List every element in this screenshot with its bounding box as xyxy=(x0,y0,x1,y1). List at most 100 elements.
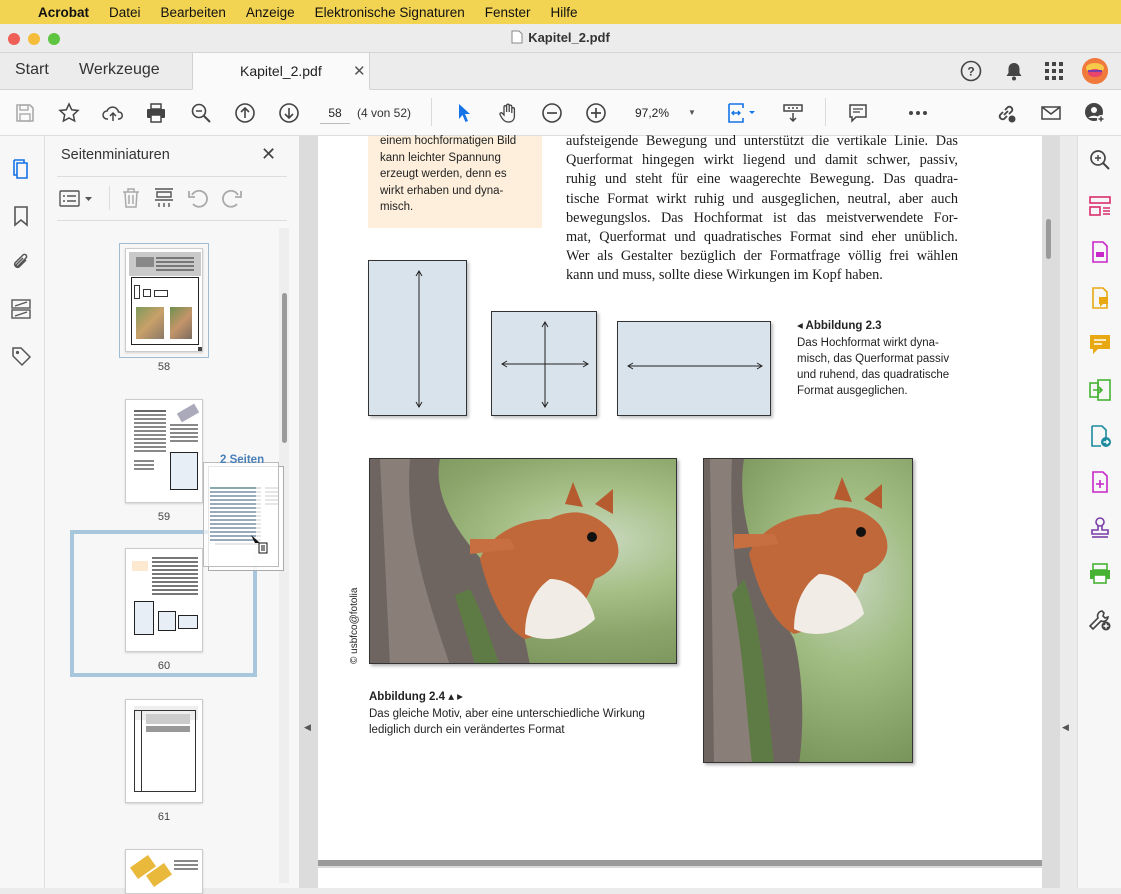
document-icon xyxy=(511,30,523,44)
title-bar: Kapitel_2.pdf xyxy=(0,24,1121,53)
email-icon[interactable] xyxy=(1038,100,1064,126)
menu-anzeige[interactable]: Anzeige xyxy=(246,5,295,20)
thumbnail-label-59: 59 xyxy=(157,511,171,523)
menu-bearbeiten[interactable]: Bearbeiten xyxy=(161,5,226,20)
more-options-icon[interactable] xyxy=(905,100,931,126)
thumbnail-label-60: 60 xyxy=(157,660,171,672)
thumbnail-label-58: 58 xyxy=(157,361,171,373)
help-icon[interactable]: ? xyxy=(960,60,982,82)
select-cursor-icon[interactable] xyxy=(451,100,477,126)
menu-hilfe[interactable]: Hilfe xyxy=(551,5,578,20)
user-avatar[interactable] xyxy=(1082,58,1108,84)
create-pdf-icon[interactable] xyxy=(1088,470,1112,494)
page-thumbnails-icon[interactable] xyxy=(10,158,34,182)
paragraph-line: bewegungslos. Das Hochformat ist das mei… xyxy=(566,209,958,226)
add-user-icon[interactable] xyxy=(1082,100,1108,126)
document-viewport[interactable]: ◀ einem hochformatigen Bild kann leichte… xyxy=(300,133,1069,888)
notifications-bell-icon[interactable] xyxy=(1003,60,1025,82)
next-pdf-page xyxy=(318,868,1042,888)
apps-grid-icon[interactable] xyxy=(1043,60,1065,82)
thumbnail-page-58[interactable] xyxy=(125,248,203,352)
panel-toolbar-separator xyxy=(109,186,110,210)
close-tab-icon[interactable]: ✕ xyxy=(353,62,366,80)
caption-line: Das Hochformat wirkt dyna- xyxy=(797,337,939,349)
caption-line: misch, das Querformat passiv xyxy=(797,353,950,365)
extract-pages-icon[interactable] xyxy=(153,187,175,209)
collapse-left-handle[interactable]: ◀ xyxy=(304,722,311,733)
panel-title: Seitenminiaturen xyxy=(61,147,170,163)
organize-pages-icon[interactable] xyxy=(1088,194,1112,218)
next-page-icon[interactable] xyxy=(276,100,302,126)
menu-elektronische-signaturen[interactable]: Elektronische Signaturen xyxy=(315,5,465,20)
thumbnail-page-62[interactable] xyxy=(125,849,203,894)
comment-pdf-icon[interactable] xyxy=(1088,286,1112,310)
thumbnail-options-menu[interactable] xyxy=(59,188,99,210)
tags-icon[interactable] xyxy=(10,345,34,369)
body-paragraph: aufsteigende Bewegung und unterstützt di… xyxy=(566,132,958,286)
zoom-level-value: 97,2% xyxy=(635,106,670,120)
thumbnail-page-59[interactable] xyxy=(125,399,203,503)
thumbnail-page-60[interactable] xyxy=(125,548,203,652)
photo-credit: © usbfco@fotolia xyxy=(349,587,360,664)
squirrel-photo-portrait xyxy=(703,458,913,763)
zoom-magnifier-icon[interactable] xyxy=(1088,148,1112,172)
zoom-out-icon[interactable] xyxy=(539,100,565,126)
previous-page-icon[interactable] xyxy=(232,100,258,126)
close-panel-icon[interactable]: ✕ xyxy=(261,144,276,165)
page-separator xyxy=(318,860,1042,866)
send-for-signature-icon[interactable] xyxy=(1088,424,1112,448)
rotate-counterclockwise-icon[interactable] xyxy=(187,187,209,209)
menu-fenster[interactable]: Fenster xyxy=(485,5,531,20)
print-production-icon[interactable] xyxy=(1088,562,1112,586)
figure-2-4-title: Abbildung 2.4 ▴ ▸ xyxy=(369,691,463,703)
layers-icon[interactable] xyxy=(10,298,34,322)
caption-line: und ruhend, das quadratische xyxy=(797,369,950,381)
tab-bar: Start Werkzeuge Kapitel_2.pdf ✕ ? xyxy=(0,53,1121,90)
left-navigation-rail xyxy=(0,136,45,888)
fit-page-icon[interactable] xyxy=(724,100,758,126)
cloud-upload-icon[interactable] xyxy=(100,100,126,126)
comment-icon[interactable] xyxy=(845,100,871,126)
window-title-text: Kapitel_2.pdf xyxy=(528,30,610,45)
menu-bar: Acrobat Datei Bearbeiten Anzeige Elektro… xyxy=(0,0,1121,24)
squirrel-photo-landscape xyxy=(369,458,677,664)
stamp-icon[interactable] xyxy=(1088,516,1112,540)
tab-werkzeuge[interactable]: Werkzeuge xyxy=(79,61,160,79)
compare-files-icon[interactable] xyxy=(1088,378,1112,402)
share-link-icon[interactable] xyxy=(993,100,1019,126)
zoom-in-icon[interactable] xyxy=(583,100,609,126)
pdf-page: einem hochformatigen Bild kann leichter … xyxy=(318,133,1042,860)
document-scrollbar-thumb[interactable] xyxy=(1046,219,1051,259)
panel-scrollbar-thumb[interactable] xyxy=(282,293,287,443)
tab-file[interactable]: Kapitel_2.pdf ✕ xyxy=(192,53,370,90)
sidebar-note-text: einem hochformatigen Bild kann leichter … xyxy=(380,135,517,213)
paragraph-line: tische Format wirkt ruhig und ausgeglich… xyxy=(566,190,958,207)
zoom-search-icon[interactable] xyxy=(188,100,214,126)
rotate-clockwise-icon[interactable] xyxy=(221,187,243,209)
tab-start[interactable]: Start xyxy=(15,61,49,79)
portrait-format-figure xyxy=(368,260,467,416)
menu-app-acrobat[interactable]: Acrobat xyxy=(38,5,89,20)
toolbar-separator xyxy=(825,98,826,126)
save-icon[interactable] xyxy=(12,100,38,126)
hand-tool-icon[interactable] xyxy=(495,100,521,126)
bookmarks-icon[interactable] xyxy=(10,205,34,229)
right-tools-rail xyxy=(1077,136,1121,888)
attachments-paperclip-icon[interactable] xyxy=(10,251,34,275)
page-number-input[interactable]: 58 xyxy=(320,102,350,124)
delete-page-icon[interactable] xyxy=(120,187,142,209)
more-tools-wrench-icon[interactable] xyxy=(1088,608,1112,632)
print-icon[interactable] xyxy=(143,100,169,126)
document-scrollbar-track[interactable] xyxy=(1042,136,1054,888)
collapse-right-handle[interactable]: ◀ xyxy=(1062,722,1069,733)
main-toolbar: 58 (4 von 52) 97,2% ▼ xyxy=(0,90,1121,136)
bookmark-star-icon[interactable] xyxy=(56,100,82,126)
toolbar-separator xyxy=(431,98,432,126)
scroll-mode-icon[interactable] xyxy=(780,100,806,126)
menu-datei[interactable]: Datei xyxy=(109,5,141,20)
thumbnail-page-61[interactable] xyxy=(125,699,203,803)
caption-line: Das gleiche Motiv, aber eine unterschied… xyxy=(369,708,645,720)
zoom-level-dropdown[interactable]: 97,2% ▼ xyxy=(626,102,700,124)
export-pdf-icon[interactable] xyxy=(1088,240,1112,264)
add-comment-icon[interactable] xyxy=(1088,332,1112,356)
